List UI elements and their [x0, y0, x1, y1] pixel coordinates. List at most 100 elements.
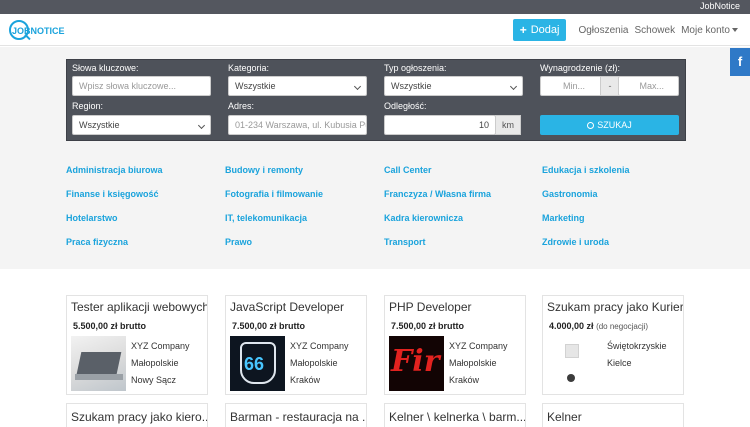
- keywords-input[interactable]: Wpisz słowa kluczowe...: [72, 76, 211, 96]
- category-link[interactable]: Call Center: [384, 165, 432, 175]
- category-link[interactable]: Prawo: [225, 237, 252, 247]
- top-bar: JobNotice: [0, 0, 750, 14]
- listing-price: 5.500,00 zł brutto: [73, 321, 146, 331]
- listing-card[interactable]: JavaScript Developer 7.500,00 zł brutto …: [225, 295, 367, 395]
- search-button-label: SZUKAJ: [597, 120, 632, 130]
- listing-region: Małopolskie: [449, 358, 497, 368]
- listing-city: Nowy Sącz: [131, 375, 177, 385]
- listing-thumbnail: Fir: [389, 336, 444, 391]
- neon-word: Fir: [391, 344, 440, 379]
- listing-price-value: 4.000,00 zł: [549, 321, 594, 331]
- listing-region: Świętokrzyskie: [607, 341, 667, 351]
- category-link[interactable]: Finanse i księgowość: [66, 189, 159, 199]
- listing-title[interactable]: PHP Developer: [389, 300, 525, 314]
- facebook-icon[interactable]: f: [730, 48, 750, 76]
- listing-title[interactable]: Szukam pracy jako Kurier: [547, 300, 683, 314]
- type-label: Typ ogłoszenia:: [384, 63, 447, 73]
- category-link[interactable]: Budowy i remonty: [225, 165, 303, 175]
- add-listing-button[interactable]: + Dodaj: [512, 19, 567, 41]
- type-select[interactable]: Wszystkie: [384, 76, 523, 96]
- salary-min-input[interactable]: Min...: [540, 76, 602, 96]
- nav-menu: + Dodaj Ogłoszenia Schowek Moje konto: [512, 19, 738, 41]
- desk-note: [565, 344, 579, 358]
- chevron-down-icon: [353, 82, 362, 91]
- address-label: Adres:: [228, 101, 255, 111]
- category-link[interactable]: Administracja biurowa: [66, 165, 163, 175]
- listing-city: Kraków: [449, 375, 480, 385]
- distance-input[interactable]: 10: [384, 115, 496, 135]
- listing-company: XYZ Company: [449, 341, 508, 351]
- listing-thumbnail: 66: [230, 336, 285, 391]
- category-link[interactable]: Zdrowie i uroda: [542, 237, 609, 247]
- address-input[interactable]: 01-234 Warszawa, ul. Kubusia Pu: [228, 115, 367, 135]
- category-link[interactable]: Praca fizyczna: [66, 237, 128, 247]
- category-select-value: Wszystkie: [235, 81, 276, 91]
- site-logo[interactable]: JOBNOTICE: [9, 19, 67, 43]
- listing-title[interactable]: JavaScript Developer: [230, 300, 366, 314]
- category-link[interactable]: Gastronomia: [542, 189, 598, 199]
- nav-link-clipboard[interactable]: Schowek: [635, 25, 676, 36]
- distance-label: Odległość:: [384, 101, 427, 111]
- listing-region: Małopolskie: [131, 358, 179, 368]
- listing-card[interactable]: Tester aplikacji webowych 5.500,00 zł br…: [66, 295, 208, 395]
- logo-text: JOBNOTICE: [12, 26, 65, 36]
- listing-company: XYZ Company: [290, 341, 349, 351]
- listing-price: 4.000,00 zł (do negocjacji): [549, 321, 648, 331]
- category-link[interactable]: Marketing: [542, 213, 585, 223]
- search-icon: [587, 122, 595, 129]
- listing-price: 7.500,00 zł brutto: [232, 321, 305, 331]
- add-listing-label: Dodaj: [530, 24, 560, 36]
- caret-down-icon: [732, 27, 738, 32]
- listing-price-note: (do negocjacji): [596, 322, 649, 331]
- navbar: JOBNOTICE + Dodaj Ogłoszenia Schowek Moj…: [0, 14, 750, 46]
- category-link[interactable]: Kadra kierownicza: [384, 213, 463, 223]
- search-button[interactable]: SZUKAJ: [540, 115, 679, 135]
- nav-link-listings[interactable]: Ogłoszenia: [578, 25, 628, 36]
- listing-card[interactable]: Szukam pracy jako Kurier 4.000,00 zł (do…: [542, 295, 684, 395]
- chevron-down-icon: [509, 82, 518, 91]
- search-panel: Słowa kluczowe: Kategoria: Typ ogłoszeni…: [66, 59, 686, 141]
- listing-price: 7.500,00 zł brutto: [391, 321, 464, 331]
- region-select-value: Wszystkie: [79, 120, 120, 130]
- listing-price-value: 5.500,00 zł brutto: [73, 321, 147, 331]
- listing-title[interactable]: Kelner: [547, 410, 683, 424]
- region-select[interactable]: Wszystkie: [72, 115, 211, 135]
- distance-unit: km: [495, 115, 521, 135]
- listing-title[interactable]: Kelner \ kelnerka \ barm...: [389, 410, 525, 424]
- listing-price-value: 7.500,00 zł brutto: [232, 321, 306, 331]
- listing-card[interactable]: Barman - restauracja na ...: [225, 403, 367, 427]
- listing-region: Małopolskie: [290, 358, 338, 368]
- my-account-label: Moje konto: [681, 24, 730, 36]
- keywords-label: Słowa kluczowe:: [72, 63, 139, 73]
- category-select[interactable]: Wszystkie: [228, 76, 367, 96]
- nav-link-my-account[interactable]: Moje konto: [681, 25, 738, 36]
- region-label: Region:: [72, 101, 104, 111]
- category-link[interactable]: Franczyza / Własna firma: [384, 189, 491, 199]
- category-link[interactable]: Edukacja i szkolenia: [542, 165, 630, 175]
- salary-label: Wynagrodzenie (zł):: [540, 63, 620, 73]
- category-link[interactable]: Fotografia i filmowanie: [225, 189, 323, 199]
- category-link[interactable]: IT, telekomunikacja: [225, 213, 307, 223]
- desk-plant: [567, 374, 575, 382]
- plus-icon: +: [519, 23, 527, 37]
- listing-title[interactable]: Tester aplikacji webowych: [71, 300, 207, 314]
- listing-title[interactable]: Szukam pracy jako kiero...: [71, 410, 207, 424]
- listing-company: XYZ Company: [131, 341, 190, 351]
- listing-city: Kraków: [290, 375, 321, 385]
- listing-thumbnail: [547, 336, 602, 391]
- search-section: Słowa kluczowe: Kategoria: Typ ogłoszeni…: [0, 47, 750, 269]
- route-number: 66: [244, 354, 265, 374]
- listing-card[interactable]: Kelner: [542, 403, 684, 427]
- category-link[interactable]: Hotelarstwo: [66, 213, 118, 223]
- salary-max-input[interactable]: Max...: [618, 76, 679, 96]
- category-link[interactable]: Transport: [384, 237, 426, 247]
- listing-card[interactable]: Kelner \ kelnerka \ barm...: [384, 403, 526, 427]
- listing-card[interactable]: Szukam pracy jako kiero...: [66, 403, 208, 427]
- chevron-down-icon: [197, 121, 206, 130]
- listing-city: Kielce: [607, 358, 632, 368]
- listing-card[interactable]: PHP Developer 7.500,00 zł brutto Fir XYZ…: [384, 295, 526, 395]
- top-bar-brand: JobNotice: [699, 1, 740, 11]
- listing-title[interactable]: Barman - restauracja na ...: [230, 410, 366, 424]
- category-label: Kategoria:: [228, 63, 270, 73]
- listing-price-value: 7.500,00 zł brutto: [391, 321, 465, 331]
